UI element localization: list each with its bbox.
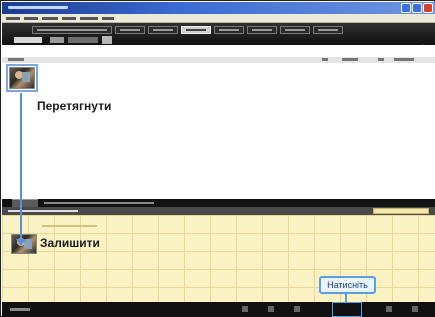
tab-library[interactable] bbox=[32, 26, 112, 34]
minimize-button[interactable] bbox=[401, 3, 411, 13]
video-thumbnail-icon[interactable] bbox=[6, 64, 38, 92]
upload-button[interactable] bbox=[332, 302, 362, 317]
drop-zone-subtitle bbox=[42, 225, 97, 227]
menu-item[interactable] bbox=[80, 17, 98, 20]
bottom-button[interactable] bbox=[268, 306, 274, 312]
callout-pointer bbox=[345, 294, 347, 302]
tab-7[interactable] bbox=[280, 26, 310, 34]
splitter-label bbox=[44, 202, 154, 204]
lower-header-title bbox=[8, 210, 78, 212]
upper-panel-header bbox=[2, 45, 435, 63]
bottom-button[interactable] bbox=[242, 306, 248, 312]
window-title bbox=[8, 6, 68, 9]
arrow-down-icon bbox=[16, 239, 26, 246]
bottom-toolbar bbox=[2, 302, 435, 317]
toolbar-row: ⚙ bbox=[2, 35, 435, 55]
toolbar-dropdown[interactable] bbox=[14, 37, 42, 43]
title-bar bbox=[2, 2, 435, 14]
drag-label: Перетягнути bbox=[37, 99, 112, 113]
main-toolbar: ⚙ bbox=[2, 23, 435, 55]
header-control[interactable] bbox=[322, 58, 328, 61]
maximize-button[interactable] bbox=[412, 3, 422, 13]
header-control[interactable] bbox=[342, 58, 358, 61]
menu-bar bbox=[2, 14, 435, 23]
splitter-tab[interactable] bbox=[12, 199, 38, 207]
bottom-button[interactable] bbox=[412, 306, 418, 312]
upper-panel: Перетягнути bbox=[2, 63, 435, 199]
menu-item[interactable] bbox=[42, 17, 58, 20]
click-callout: Натисніть bbox=[319, 276, 376, 294]
tab-2[interactable] bbox=[115, 26, 145, 34]
tab-4[interactable] bbox=[181, 26, 211, 34]
toolbar-button[interactable] bbox=[50, 37, 64, 43]
lower-header-field[interactable] bbox=[373, 208, 429, 214]
bottom-label bbox=[10, 308, 30, 311]
tab-6[interactable] bbox=[247, 26, 277, 34]
lower-panel-header bbox=[2, 207, 435, 215]
bottom-button[interactable] bbox=[294, 306, 300, 312]
app-window: ⚙ Перетягнути Залиши bbox=[0, 0, 435, 317]
panel-splitter[interactable] bbox=[2, 199, 435, 207]
header-control[interactable] bbox=[378, 58, 384, 61]
toolbar-icon[interactable] bbox=[102, 36, 112, 44]
menu-item[interactable] bbox=[102, 17, 114, 20]
bottom-button[interactable] bbox=[386, 306, 392, 312]
toolbar-button[interactable] bbox=[68, 37, 98, 43]
menu-item[interactable] bbox=[24, 17, 38, 20]
close-button[interactable] bbox=[423, 3, 433, 13]
tab-3[interactable] bbox=[148, 26, 178, 34]
drop-label: Залишити bbox=[40, 236, 100, 250]
header-control[interactable] bbox=[394, 58, 414, 61]
window-controls bbox=[401, 3, 433, 13]
tab-5[interactable] bbox=[214, 26, 244, 34]
drag-arrow-line bbox=[20, 93, 22, 241]
header-label bbox=[8, 58, 24, 61]
menu-item[interactable] bbox=[62, 17, 76, 20]
tab-8[interactable] bbox=[313, 26, 343, 34]
menu-item[interactable] bbox=[6, 17, 20, 20]
